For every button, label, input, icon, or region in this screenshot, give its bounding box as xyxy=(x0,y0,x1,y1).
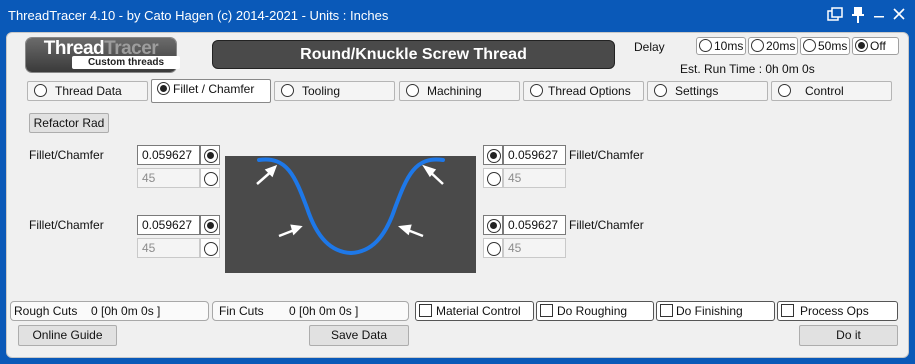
refactor-rad-button[interactable]: Refactor Rad xyxy=(29,113,109,133)
window-restore-icon[interactable] xyxy=(826,7,844,25)
tab-settings[interactable]: Settings xyxy=(647,81,768,101)
radio-icon xyxy=(530,84,543,97)
fillet-radio-top-right[interactable] xyxy=(483,145,503,165)
tab-fillet-chamfer[interactable]: Fillet / Chamfer xyxy=(151,79,271,103)
tab-thread-options[interactable]: Thread Options xyxy=(523,81,644,101)
do-it-button[interactable]: Do it xyxy=(799,325,898,346)
checkbox-icon xyxy=(781,304,794,317)
chamfer-radio-top-right[interactable] xyxy=(483,168,503,188)
delay-option-10ms[interactable]: 10ms xyxy=(696,37,746,55)
window-title: ThreadTracer 4.10 - by Cato Hagen (c) 20… xyxy=(8,8,389,23)
fillet-value-bottom-left[interactable]: 0.059627 xyxy=(137,215,200,235)
fillet-label-top-left: Fillet/Chamfer xyxy=(29,148,104,162)
fillet-label-bottom-right: Fillet/Chamfer xyxy=(569,218,644,232)
chamfer-angle-bottom-left[interactable]: 45 xyxy=(137,238,200,258)
chamfer-radio-bottom-left[interactable] xyxy=(200,238,220,258)
close-icon[interactable] xyxy=(890,6,908,24)
tab-tooling[interactable]: Tooling xyxy=(274,81,395,101)
rough-cuts-label: Rough Cuts xyxy=(14,304,78,318)
radio-icon xyxy=(204,242,218,256)
checkbox-icon xyxy=(540,304,553,317)
checkbox-icon xyxy=(419,304,432,317)
fillet-radio-bottom-left[interactable] xyxy=(200,215,220,235)
fillet-label-bottom-left: Fillet/Chamfer xyxy=(29,218,104,232)
fin-cuts-panel: Fin Cuts 0 [0h 0m 0s ] xyxy=(212,301,409,321)
fillet-value-bottom-right[interactable]: 0.059627 xyxy=(503,215,566,235)
fillet-value-top-left[interactable]: 0.059627 xyxy=(137,145,200,165)
fillet-arrow-top-left xyxy=(256,164,278,185)
fillet-value-top-right[interactable]: 0.059627 xyxy=(503,145,566,165)
tab-control[interactable]: Control xyxy=(771,81,892,101)
tab-thread-data[interactable]: Thread Data xyxy=(27,81,148,101)
radio-icon xyxy=(34,84,47,97)
tab-machining[interactable]: Machining xyxy=(399,81,520,101)
thread-type-banner: Round/Knuckle Screw Thread xyxy=(212,40,615,69)
save-data-button[interactable]: Save Data xyxy=(309,325,409,346)
checkbox-material-control[interactable]: Material Control xyxy=(415,301,534,321)
minimize-icon[interactable] xyxy=(870,6,888,24)
radio-selected-icon xyxy=(204,219,218,233)
delay-option-20ms[interactable]: 20ms xyxy=(748,37,798,55)
checkbox-icon xyxy=(660,304,673,317)
radio-icon xyxy=(751,39,764,52)
threadtracer-logo: ThreadTracer Custom threads xyxy=(26,38,180,72)
radio-icon xyxy=(204,172,218,186)
radio-icon xyxy=(281,84,294,97)
delay-label: Delay xyxy=(634,40,665,54)
fillet-radio-bottom-right[interactable] xyxy=(483,215,503,235)
radio-selected-icon xyxy=(855,39,868,52)
chamfer-angle-top-right[interactable]: 45 xyxy=(503,168,566,188)
radio-selected-icon xyxy=(157,82,170,95)
fillet-arrow-top-right xyxy=(422,164,444,185)
radio-icon xyxy=(487,242,501,256)
chamfer-angle-top-left[interactable]: 45 xyxy=(137,168,200,188)
radio-selected-icon xyxy=(204,149,218,163)
radio-selected-icon xyxy=(487,149,501,163)
pin-icon[interactable] xyxy=(849,6,867,24)
fin-cuts-label: Fin Cuts xyxy=(219,304,264,318)
checkbox-process-ops[interactable]: Process Ops xyxy=(777,301,898,321)
checkbox-do-roughing[interactable]: Do Roughing xyxy=(536,301,654,321)
radio-icon xyxy=(699,39,712,52)
radio-icon xyxy=(406,84,419,97)
logo-subtitle: Custom threads xyxy=(72,56,180,69)
fillet-label-top-right: Fillet/Chamfer xyxy=(569,148,644,162)
chamfer-radio-bottom-right[interactable] xyxy=(483,238,503,258)
checkbox-do-finishing[interactable]: Do Finishing xyxy=(656,301,775,321)
chamfer-angle-bottom-right[interactable]: 45 xyxy=(503,238,566,258)
radio-icon xyxy=(803,39,816,52)
online-guide-button[interactable]: Online Guide xyxy=(18,325,117,346)
thread-profile-curve xyxy=(257,157,445,256)
chamfer-radio-top-left[interactable] xyxy=(200,168,220,188)
fillet-radio-top-left[interactable] xyxy=(200,145,220,165)
thread-profile-preview xyxy=(225,156,476,273)
delay-option-off[interactable]: Off xyxy=(852,37,899,55)
rough-cuts-panel: Rough Cuts 0 [0h 0m 0s ] xyxy=(10,301,209,321)
fillet-arrow-bottom-left xyxy=(278,224,303,238)
fillet-arrow-bottom-right xyxy=(398,224,424,238)
rough-cuts-value: 0 [0h 0m 0s ] xyxy=(91,304,161,318)
radio-icon xyxy=(487,172,501,186)
title-bar: ThreadTracer 4.10 - by Cato Hagen (c) 20… xyxy=(0,0,915,32)
radio-icon xyxy=(778,84,791,97)
estimated-run-time: Est. Run Time : 0h 0m 0s xyxy=(680,62,815,76)
fin-cuts-value: 0 [0h 0m 0s ] xyxy=(289,304,359,318)
radio-icon xyxy=(654,84,667,97)
delay-option-50ms[interactable]: 50ms xyxy=(800,37,850,55)
radio-selected-icon xyxy=(487,219,501,233)
